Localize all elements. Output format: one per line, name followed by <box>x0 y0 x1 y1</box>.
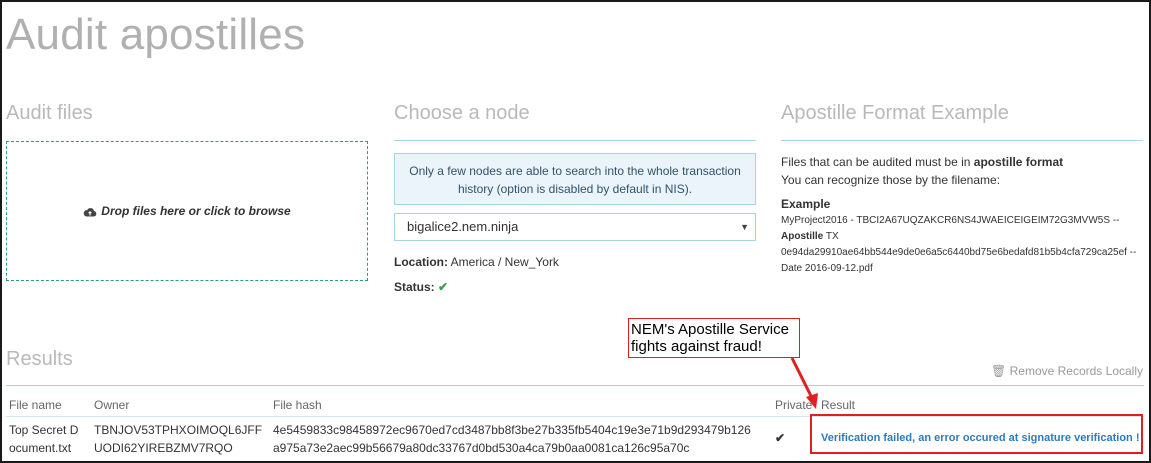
annotation-arrow <box>790 357 818 409</box>
